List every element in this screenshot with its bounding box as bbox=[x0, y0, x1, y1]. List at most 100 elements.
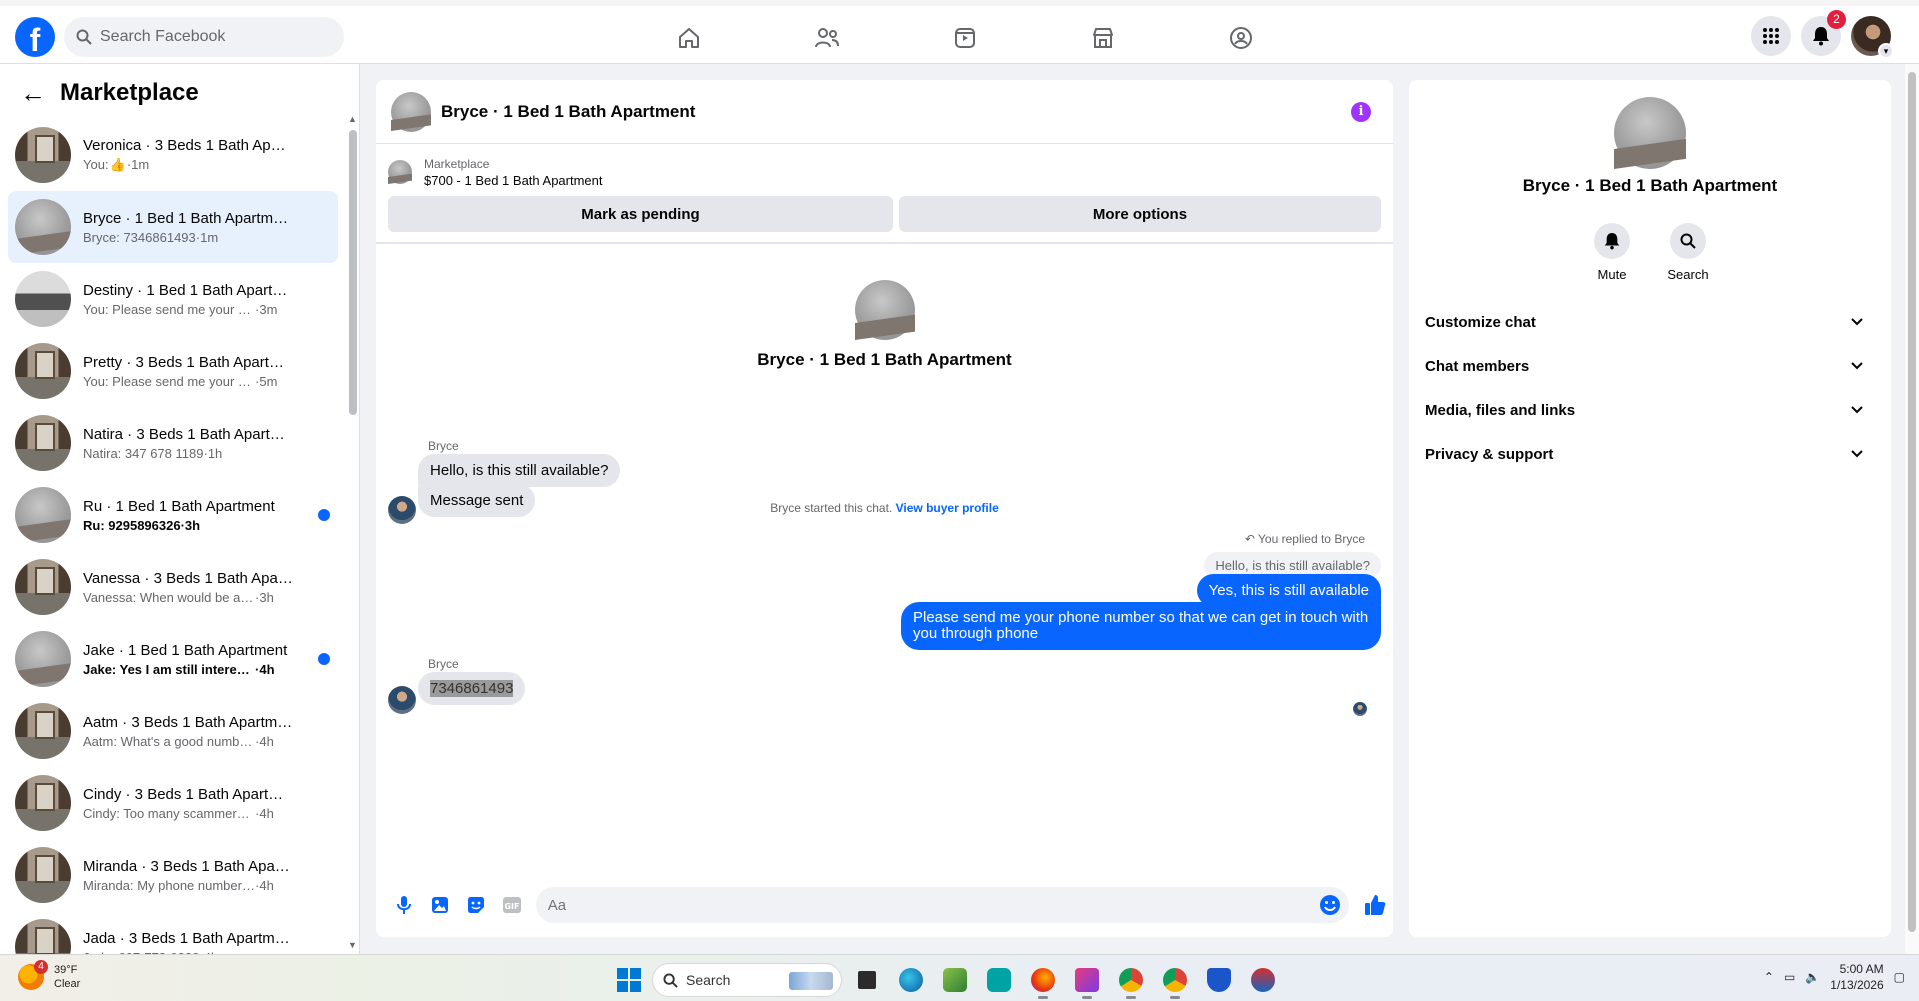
message-bubble-outgoing[interactable]: Please send me your phone number so that… bbox=[901, 602, 1381, 650]
details-section-label: Chat members bbox=[1425, 357, 1530, 375]
gif-button[interactable]: GIF bbox=[494, 887, 530, 923]
voice-clip-button[interactable] bbox=[386, 887, 422, 923]
search-input[interactable] bbox=[100, 28, 320, 46]
page-scrollbar-thumb[interactable] bbox=[1908, 72, 1916, 932]
account-avatar[interactable]: ▾ bbox=[1851, 16, 1894, 59]
like-button[interactable] bbox=[1357, 887, 1393, 923]
nav-home[interactable] bbox=[620, 12, 758, 64]
scroll-up-arrow-icon[interactable]: ▲ bbox=[348, 114, 357, 124]
replied-label: ↶ You replied to Bryce bbox=[1245, 532, 1365, 546]
intro-title: Bryce · 1 Bed 1 Bath Apartment bbox=[757, 350, 1012, 369]
weather-moon-icon: 4 bbox=[18, 960, 48, 990]
view-buyer-profile-link[interactable]: View buyer profile bbox=[896, 501, 999, 515]
unread-dot bbox=[318, 509, 330, 521]
taskbar-chrome-1[interactable] bbox=[1112, 961, 1150, 999]
message-bubble-incoming[interactable]: Hello, is this still available? bbox=[418, 454, 621, 487]
seen-indicator-avatar bbox=[1353, 702, 1367, 716]
listing-info[interactable]: Marketplace $700 - 1 Bed 1 Bath Apartmen… bbox=[388, 154, 1381, 190]
nav-video[interactable] bbox=[896, 12, 1034, 64]
conversation-title: Bryce · 1 Bed 1 Bath Apartment bbox=[83, 209, 293, 227]
taskbar-snipping-tool[interactable] bbox=[1068, 961, 1106, 999]
taskbar-shield-app[interactable] bbox=[1200, 961, 1238, 999]
conversation-item[interactable]: Destiny · 1 Bed 1 Bath Apartment You: Ple… bbox=[8, 263, 338, 335]
details-actions: Mute Search bbox=[1409, 223, 1891, 282]
taskbar-chrome-2[interactable] bbox=[1156, 961, 1194, 999]
clock[interactable]: 5:00 AM 1/13/2026 bbox=[1830, 961, 1883, 993]
conversation-item[interactable]: Cindy · 3 Beds 1 Bath Apartment Cindy: To… bbox=[8, 767, 338, 839]
details-sections: Customize chat Chat members Media, files a… bbox=[1425, 300, 1875, 476]
sticker-button[interactable] bbox=[458, 887, 494, 923]
taskbar-file-explorer[interactable] bbox=[848, 961, 886, 999]
mark-as-pending-button[interactable]: Mark as pending bbox=[388, 196, 893, 232]
conversation-item[interactable]: Ru · 1 Bed 1 Bath Apartment Ru: 929589632… bbox=[8, 479, 338, 551]
message-input-box[interactable] bbox=[535, 887, 1350, 923]
main-nav bbox=[620, 12, 1310, 64]
page-scrollbar[interactable] bbox=[1905, 64, 1919, 954]
back-arrow-icon[interactable]: ← bbox=[20, 78, 46, 109]
facebook-logo[interactable]: f bbox=[15, 17, 55, 57]
nav-groups[interactable] bbox=[1172, 12, 1310, 64]
conversation-item[interactable]: Aatm · 3 Beds 1 Bath Apartment Aatm: What… bbox=[8, 695, 338, 767]
search-action[interactable]: Search bbox=[1666, 223, 1710, 282]
details-section[interactable]: Media, files and links bbox=[1425, 388, 1875, 432]
taskbar-firefox[interactable] bbox=[1024, 961, 1062, 999]
sidebar-scrollbar[interactable] bbox=[349, 130, 357, 415]
chat-avatar[interactable] bbox=[391, 91, 431, 132]
scroll-down-arrow-icon[interactable]: ▼ bbox=[348, 940, 357, 950]
taskbar-apps: Search bbox=[612, 961, 1282, 999]
weather-widget[interactable]: 4 39°F Clear bbox=[18, 960, 80, 991]
message-bubble-incoming[interactable]: Message sent bbox=[418, 484, 536, 517]
bell-icon bbox=[1813, 27, 1829, 46]
volume-icon[interactable]: 🔈 bbox=[1805, 970, 1820, 984]
unread-dot bbox=[318, 653, 330, 665]
conversation-title: Miranda · 3 Beds 1 Bath Apartm... bbox=[83, 857, 293, 875]
sender-avatar[interactable] bbox=[388, 686, 416, 714]
sender-avatar[interactable] bbox=[388, 496, 416, 524]
system-tray: ⌃ ▭ 🔈 5:00 AM 1/13/2026 ▢ bbox=[1764, 961, 1905, 993]
home-icon bbox=[679, 28, 699, 48]
taskbar-chart-app[interactable] bbox=[936, 961, 974, 999]
notification-center-icon[interactable]: ▢ bbox=[1894, 970, 1905, 984]
taskbar-misc-app[interactable] bbox=[1244, 961, 1282, 999]
windows-start-icon[interactable] bbox=[612, 963, 646, 997]
conversation-item[interactable]: Natira · 3 Beds 1 Bath Apartment Natira: … bbox=[8, 407, 338, 479]
notifications-button[interactable]: 2 bbox=[1801, 10, 1846, 56]
conversation-item[interactable]: Jake · 1 Bed 1 Bath Apartment Jake: Yes I… bbox=[8, 623, 338, 695]
attach-photo-button[interactable] bbox=[422, 887, 458, 923]
selected-phone-number[interactable]: 7346861493 bbox=[430, 680, 514, 697]
conversation-item[interactable]: Vanessa · 3 Beds 1 Bath Apartme... Vaness… bbox=[8, 551, 338, 623]
info-icon[interactable]: i bbox=[1351, 102, 1371, 122]
conversation-item[interactable]: Miranda · 3 Beds 1 Bath Apartm... Miranda… bbox=[8, 839, 338, 911]
message-composer: GIF bbox=[376, 873, 1393, 937]
details-section[interactable]: Privacy & support bbox=[1425, 432, 1875, 476]
network-icon[interactable]: ▭ bbox=[1784, 970, 1795, 984]
nav-marketplace[interactable] bbox=[1034, 12, 1172, 64]
conversation-title: Pretty · 3 Beds 1 Bath Apartment bbox=[83, 353, 293, 371]
conversation-item[interactable]: Veronica · 3 Beds 1 Bath Apartm... You: 👍… bbox=[8, 119, 338, 191]
conversation-item[interactable]: Pretty · 3 Beds 1 Bath Apartment You: Ple… bbox=[8, 335, 338, 407]
mute-action[interactable]: Mute bbox=[1590, 223, 1634, 282]
message-bubble-incoming[interactable]: 7346861493 bbox=[418, 672, 526, 705]
menu-button[interactable] bbox=[1751, 16, 1791, 56]
taskbar-search[interactable]: Search bbox=[652, 963, 842, 997]
sticker-icon bbox=[467, 897, 484, 913]
message-input[interactable] bbox=[547, 896, 1308, 914]
emoji-button[interactable] bbox=[1319, 894, 1341, 920]
details-section[interactable]: Chat members bbox=[1425, 344, 1875, 388]
conversation-item[interactable]: Jada · 3 Beds 1 Bath ApartmentJada: 607-… bbox=[8, 911, 338, 954]
conversation-time: 3m bbox=[259, 301, 278, 317]
details-section[interactable]: Customize chat bbox=[1425, 300, 1875, 344]
nav-friends[interactable] bbox=[758, 12, 896, 64]
search-in-chat-button[interactable] bbox=[1670, 223, 1706, 259]
facebook-logo-letter: f bbox=[29, 22, 41, 57]
details-avatar[interactable] bbox=[1614, 97, 1686, 169]
conversation-time: 3h bbox=[259, 589, 274, 605]
taskbar-edge[interactable] bbox=[892, 961, 930, 999]
chat-title[interactable]: Bryce · 1 Bed 1 Bath Apartment bbox=[441, 102, 695, 122]
taskbar-app-s[interactable] bbox=[980, 961, 1018, 999]
chevron-up-icon[interactable]: ⌃ bbox=[1764, 970, 1774, 984]
conversation-item[interactable]: Bryce · 1 Bed 1 Bath Apartment Bryce: 734… bbox=[8, 191, 338, 263]
mute-button[interactable] bbox=[1594, 223, 1630, 259]
more-options-button[interactable]: More options bbox=[898, 196, 1381, 232]
search-facebook-box[interactable] bbox=[64, 17, 344, 57]
